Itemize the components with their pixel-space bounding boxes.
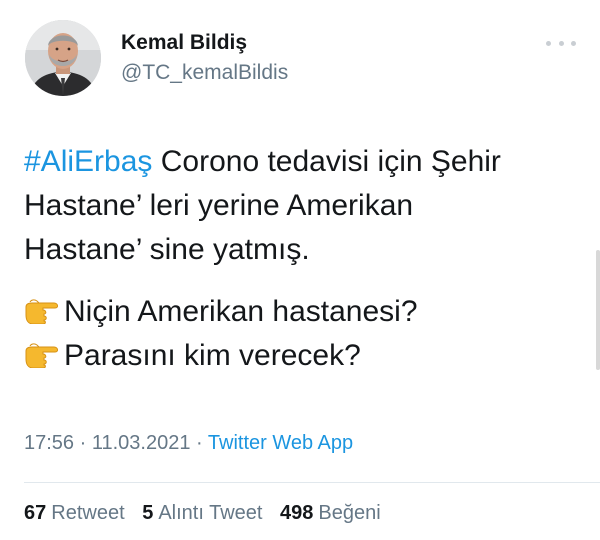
tweet-meta: 17:56 · 11.03.2021 · Twitter Web App	[24, 432, 353, 455]
likes-label: Beğeni	[318, 502, 381, 524]
more-icon-dot	[546, 40, 551, 46]
more-icon[interactable]	[546, 36, 576, 50]
quote-tweets-label: Alıntı Tweet	[158, 502, 263, 524]
retweets-count: 67	[24, 502, 47, 524]
backhand-index-pointing-right-icon	[25, 343, 58, 368]
tweet-source-link[interactable]: Twitter Web App	[208, 432, 353, 454]
quote-tweets-count: 5	[142, 502, 154, 524]
tweet-stats: 67 Retweet 5 Alıntı Tweet 498 Beğeni	[24, 502, 393, 525]
tweet-text-line-3: Hastane’ sine yatmış.	[24, 233, 310, 266]
bullet-line: Parasını kim verecek?	[24, 334, 584, 378]
bullet-text-2: Parasını kim verecek?	[64, 339, 361, 372]
bullet-line: Niçin Amerikan hastanesi?	[24, 290, 584, 334]
tweet-text: #AliErbaş Corono tedavisi için Şehir Has…	[24, 140, 584, 378]
scrollbar[interactable]	[596, 250, 600, 370]
avatar[interactable]	[25, 20, 101, 96]
meta-separator: ·	[190, 432, 208, 454]
meta-separator: ·	[74, 432, 92, 454]
author-display-name[interactable]: Kemal Bildiş	[121, 31, 247, 55]
hashtag-link[interactable]: #AliErbaş	[24, 145, 152, 178]
backhand-index-pointing-right-icon	[25, 299, 58, 324]
tweet-text-line-1-rest: Corono tedavisi için Şehir	[152, 145, 501, 178]
more-icon-dot	[558, 40, 564, 46]
tweet-card: Kemal Bildiş @TC_kemalBildis #AliErbaş C…	[0, 0, 600, 540]
quote-tweets-stat[interactable]: 5 Alıntı Tweet	[142, 502, 262, 524]
more-icon-dot	[571, 40, 576, 46]
tweet-text-line-2: Hastane’ leri yerine Amerikan	[24, 189, 414, 222]
retweets-stat[interactable]: 67 Retweet	[24, 502, 125, 524]
divider	[24, 482, 600, 483]
avatar-image	[25, 20, 101, 96]
tweet-date[interactable]: 11.03.2021	[92, 432, 191, 454]
author-handle[interactable]: @TC_kemalBildis	[121, 61, 288, 85]
retweets-label: Retweet	[51, 502, 125, 524]
likes-stat[interactable]: 498 Beğeni	[280, 502, 381, 524]
tweet-time[interactable]: 17:56	[24, 432, 74, 454]
bullet-text-1: Niçin Amerikan hastanesi?	[64, 295, 418, 328]
likes-count: 498	[280, 502, 314, 524]
tweet-text-line-1: #AliErbaş Corono tedavisi için Şehir	[24, 140, 584, 184]
